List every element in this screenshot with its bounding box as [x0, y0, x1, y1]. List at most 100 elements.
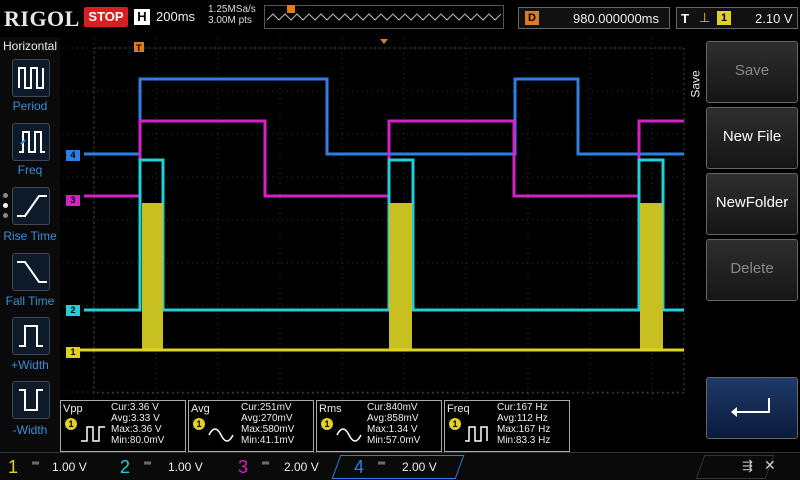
new-folder-button[interactable]: NewFolder	[706, 173, 798, 235]
ch3-offset-marker[interactable]: 3	[66, 195, 80, 206]
fall-time-label: Fall Time	[5, 294, 55, 308]
delay-display[interactable]: D 980.000000ms	[518, 7, 670, 29]
delay-center-marker	[380, 39, 388, 44]
usb-icon: ⇶	[742, 458, 753, 473]
delay-label: D	[525, 11, 539, 25]
avg-icon	[208, 428, 234, 442]
trigger-level: 2.10 V	[755, 11, 793, 26]
save-menu: Save Save New File NewFolder Delete	[686, 37, 800, 452]
oscilloscope-screen: RIGOL STOP H 200ms 1.25MSa/s 3.00M pts D…	[0, 0, 800, 480]
sample-rate: 1.25MSa/s	[208, 4, 256, 15]
measurement-values: Cur:840mV Avg:858mV Max:1.34 V Min:57.0m…	[367, 402, 420, 446]
measurement-values: Cur:251mV Avg:270mV Max:580mV Min:41.1mV	[241, 402, 294, 446]
channel-bar: 1 ═ 1.00 V 2 ═ 1.00 V 3 ═ 2.00 V 4 ═ 2.0…	[0, 452, 800, 480]
positive-width-icon	[19, 325, 43, 347]
memory-depth: 3.00M pts	[208, 15, 252, 26]
ch3-coupling-icon: ═	[262, 458, 270, 469]
memory-trigger-marker	[287, 5, 295, 13]
ch2-offset-marker[interactable]: 2	[66, 305, 80, 316]
memory-window	[264, 5, 504, 29]
back-button[interactable]	[706, 377, 798, 439]
value-cur: Cur:3.36 V	[111, 402, 159, 413]
trigger-source: 1	[717, 11, 731, 25]
fall-time-button[interactable]	[12, 253, 50, 291]
ch4-offset-marker[interactable]: 4	[66, 150, 80, 161]
return-arrow-icon	[731, 398, 770, 417]
ch3-waveform	[84, 119, 684, 198]
timebase-value[interactable]: 200ms	[156, 9, 195, 24]
value-avg: Avg:270mV	[241, 413, 293, 424]
ch2-coupling-icon: ═	[144, 458, 152, 469]
delete-label: Delete	[730, 260, 774, 277]
positive-width-button[interactable]	[12, 317, 50, 355]
ch1-offset-marker[interactable]: 1	[66, 347, 80, 358]
save-button[interactable]: Save	[706, 41, 798, 103]
save-menu-title: Save	[688, 70, 703, 98]
waveform-display: T	[62, 38, 686, 400]
value-max: Max:167 Hz	[497, 424, 551, 435]
delay-value: 980.000000ms	[573, 11, 660, 26]
ch4-active-frame	[331, 455, 465, 479]
measurement-source: 1	[193, 418, 205, 430]
measurement-values: Cur:167 Hz Avg:112 Hz Max:167 Hz Min:83.…	[497, 402, 550, 446]
measurement-name: Vpp	[63, 403, 83, 415]
horizontal-label: H	[134, 9, 150, 25]
ch1-scale[interactable]: 1.00 V	[52, 460, 87, 474]
horizontal-menu: Horizontal Period Freq Rise Time Fall Ti…	[0, 37, 60, 452]
measurement-source: 1	[449, 418, 461, 430]
horizontal-menu-title: Horizontal	[2, 39, 58, 53]
freq-icon	[465, 426, 488, 442]
page-indicator	[3, 193, 8, 223]
vpp-icon	[81, 426, 105, 442]
trigger-label: T	[681, 11, 689, 26]
value-min: Min:83.3 Hz	[497, 435, 551, 446]
negative-width-button[interactable]	[12, 381, 50, 419]
value-cur: Cur:167 Hz	[497, 402, 548, 413]
rise-time-icon	[17, 195, 47, 217]
ch4-scale[interactable]: 2.00 V	[402, 460, 437, 474]
save-menu-tab: Save	[686, 37, 704, 137]
value-avg: Avg:3.33 V	[111, 413, 160, 424]
new-file-button[interactable]: New File	[706, 107, 798, 169]
ch1-coupling-icon: ═	[32, 458, 40, 469]
measurement-avg[interactable]: Avg 1 Cur:251mV Avg:270mV Max:580mV Min:…	[188, 400, 314, 452]
value-cur: Cur:251mV	[241, 402, 292, 413]
measurement-vpp[interactable]: Vpp 1 Cur:3.36 V Avg:3.33 V Max:3.36 V M…	[60, 400, 186, 452]
measurement-name: Freq	[447, 403, 470, 415]
rise-time-label: Rise Time	[3, 229, 57, 243]
value-cur: Cur:840mV	[367, 402, 418, 413]
new-file-label: New File	[722, 128, 782, 145]
ch2-scale[interactable]: 1.00 V	[168, 460, 203, 474]
ch4-number[interactable]: 4	[354, 455, 364, 479]
measurement-rms[interactable]: Rms 1 Cur:840mV Avg:858mV Max:1.34 V Min…	[316, 400, 442, 452]
measurement-name: Rms	[319, 403, 342, 415]
measurement-name: Avg	[191, 403, 210, 415]
run-stop-status[interactable]: STOP	[84, 7, 128, 27]
new-folder-label: NewFolder	[715, 194, 789, 211]
rising-edge-icon: ⊥	[699, 10, 711, 25]
ch1-number[interactable]: 1	[8, 455, 18, 479]
ch4-waveform	[84, 77, 684, 156]
period-button[interactable]	[12, 59, 50, 97]
delete-button[interactable]: Delete	[706, 239, 798, 301]
value-avg: Avg:112 Hz	[497, 413, 548, 424]
ch3-scale[interactable]: 2.00 V	[284, 460, 319, 474]
ch3-number[interactable]: 3	[238, 455, 248, 479]
frequency-button[interactable]	[12, 123, 50, 161]
measurement-freq[interactable]: Freq 1 Cur:167 Hz Avg:112 Hz Max:167 Hz …	[444, 400, 570, 452]
sample-info: 1.25MSa/s 3.00M pts	[208, 4, 256, 26]
value-min: Min:80.0mV	[111, 435, 165, 446]
svg-text:T: T	[136, 43, 142, 53]
mute-icon[interactable]: ✕	[764, 457, 776, 474]
measurement-source: 1	[321, 418, 333, 430]
trigger-position-marker: T	[134, 42, 144, 53]
trigger-display[interactable]: T ⊥ 1 2.10 V	[676, 7, 798, 29]
value-max: Max:580mV	[241, 424, 295, 435]
save-button-label: Save	[734, 62, 770, 79]
top-status-bar: RIGOL STOP H 200ms 1.25MSa/s 3.00M pts D…	[0, 0, 800, 36]
value-min: Min:57.0mV	[367, 435, 421, 446]
brand-logo: RIGOL	[4, 6, 80, 31]
negative-width-label: -Width	[12, 423, 48, 437]
rise-time-button[interactable]	[12, 187, 50, 225]
ch2-number[interactable]: 2	[120, 455, 130, 479]
